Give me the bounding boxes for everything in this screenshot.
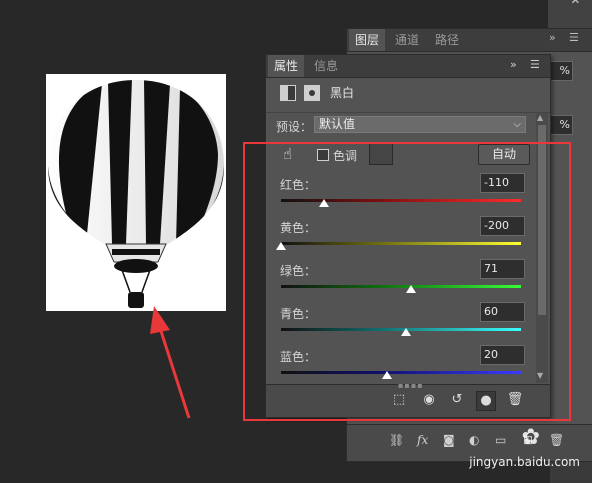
blue-slider-label: 蓝色：: [280, 350, 317, 364]
panel-menu-icon[interactable]: ☰: [569, 31, 579, 44]
preset-value: 默认值: [319, 117, 356, 131]
blue-value-field[interactable]: 20: [480, 345, 525, 365]
preset-dropdown[interactable]: 默认值 ⌵: [314, 116, 526, 133]
tint-checkbox[interactable]: [317, 149, 329, 161]
expand-panel-icon[interactable]: »: [549, 31, 556, 44]
panel-menu-icon[interactable]: ☰: [530, 58, 540, 71]
properties-footer: ▪▪▪▪ ⬚ ◉ ↺ ● 🗑: [266, 381, 550, 417]
green-value-field[interactable]: 71: [480, 259, 525, 279]
collapse-icon[interactable]: ⌃: [569, 0, 582, 15]
balloon-image: [46, 74, 226, 311]
scrollbar-thumb[interactable]: [538, 125, 546, 315]
hot-air-balloon-icon: [48, 80, 224, 308]
cyan-value-field[interactable]: 60: [480, 302, 525, 322]
yellow-slider-track[interactable]: [281, 242, 521, 245]
layer-mask-icon[interactable]: [304, 85, 320, 101]
green-slider-thumb[interactable]: [406, 285, 417, 293]
yellow-value-field[interactable]: -200: [480, 216, 525, 236]
tab-properties[interactable]: 属性: [268, 55, 305, 77]
blue-slider-thumb[interactable]: [381, 371, 392, 379]
black-white-adjustment-icon[interactable]: [280, 85, 296, 101]
cyan-slider-label: 青色：: [280, 307, 317, 321]
scroll-down-icon[interactable]: ▼: [537, 371, 543, 380]
layers-tab-bar: 图层 通道 路径 » ☰: [347, 29, 592, 52]
tint-color-swatch[interactable]: [369, 143, 393, 165]
tab-channels[interactable]: 通道: [389, 29, 425, 51]
right-dock-header: ⌃: [548, 0, 592, 29]
red-value-field[interactable]: -110: [480, 173, 525, 193]
preset-label: 预设：: [276, 120, 313, 134]
baidu-paw-icon: ✿: [521, 425, 540, 450]
trash-icon[interactable]: 🗑: [549, 433, 564, 447]
yellow-slider-label: 黄色：: [280, 221, 317, 235]
visibility-eye-icon[interactable]: ●: [476, 391, 496, 411]
red-slider-thumb[interactable]: [319, 199, 330, 207]
tab-layers[interactable]: 图层: [349, 29, 386, 51]
red-slider-track[interactable]: [281, 199, 521, 202]
chevron-down-icon: ⌵: [513, 119, 521, 130]
fx-icon[interactable]: fx: [417, 433, 428, 447]
link-icon[interactable]: ⛓: [389, 433, 404, 447]
cyan-slider-thumb[interactable]: [400, 328, 411, 336]
green-slider-label: 绿色：: [280, 264, 317, 278]
adjustment-header: 黑白: [266, 78, 550, 113]
trash-icon[interactable]: 🗑: [506, 391, 524, 409]
red-slider-label: 红色：: [280, 178, 317, 192]
properties-tab-bar: 属性 信息 » ☰: [266, 55, 550, 78]
auto-button[interactable]: 自动: [478, 144, 530, 165]
blue-slider-track[interactable]: [281, 371, 521, 374]
view-previous-state-icon[interactable]: ◉: [420, 391, 438, 409]
clip-to-layer-icon[interactable]: ⬚: [390, 391, 408, 409]
resize-grip[interactable]: ▪▪▪▪: [398, 381, 424, 390]
adjustment-icon[interactable]: ◐: [469, 433, 479, 447]
targeted-adjustment-hand-icon[interactable]: ☝: [283, 145, 292, 163]
green-slider-track[interactable]: [281, 285, 521, 288]
tint-label: 色调: [333, 149, 358, 163]
expand-panel-icon[interactable]: »: [510, 58, 517, 71]
mask-icon[interactable]: ◙: [443, 433, 455, 447]
reset-icon[interactable]: ↺: [448, 391, 466, 409]
properties-panel: 属性 信息 » ☰ 黑白 预设： 默认值 ⌵ ▲ ▼ ☝ 色调 自动 红色： -1…: [265, 54, 551, 418]
tab-info[interactable]: 信息: [308, 55, 344, 77]
adjustment-title: 黑白: [330, 86, 355, 100]
tab-paths[interactable]: 路径: [429, 29, 465, 51]
folder-icon[interactable]: ▭: [495, 433, 506, 447]
watermark-text: jingyan.baidu.com: [469, 455, 580, 469]
annotation-arrow: [150, 306, 191, 419]
yellow-slider-thumb[interactable]: [276, 242, 286, 250]
watermark: ✿ jingyan.baidu.com: [469, 425, 580, 469]
scroll-up-icon[interactable]: ▲: [537, 113, 543, 122]
